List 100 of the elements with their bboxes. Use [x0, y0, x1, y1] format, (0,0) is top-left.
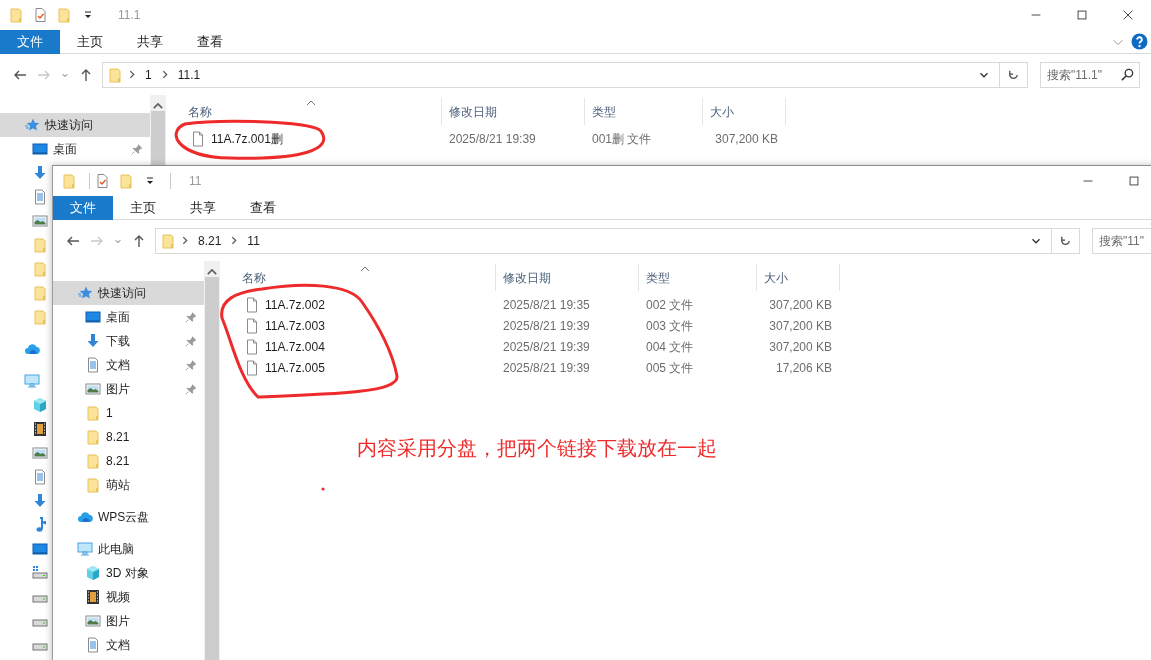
nav-item[interactable]: 文档 [53, 633, 204, 657]
chevron-right-icon [182, 236, 188, 245]
ribbon-tab[interactable]: 文件 [0, 29, 60, 54]
nav-item[interactable]: 此电脑 [53, 537, 204, 561]
nav-item[interactable]: 视频 [53, 585, 204, 609]
chevron-right-icon [231, 236, 238, 245]
file-name[interactable]: 11A.7z.004 [220, 337, 496, 356]
nav-item[interactable]: 8.21 [53, 425, 204, 449]
nav-item[interactable]: 图片 [53, 377, 204, 401]
folder-icon [85, 453, 101, 469]
nav-item[interactable]: 桌面 [53, 305, 204, 329]
size-cell-text: 17,206 KB [774, 359, 833, 377]
file-icon [244, 338, 260, 355]
address-bar[interactable]: 1 11.1 [102, 61, 1000, 88]
nav-item[interactable]: 快速访问 [0, 113, 150, 137]
nav-item[interactable]: 文档 [53, 353, 204, 377]
column-header[interactable]: 大小 [703, 98, 786, 125]
breadcrumb-item[interactable]: 11 [243, 231, 264, 250]
nav-item[interactable]: 萌站 [53, 473, 204, 497]
column-header[interactable]: 名称 [166, 98, 442, 125]
pin-icon[interactable] [184, 358, 198, 372]
ribbon-tab[interactable]: 共享 [173, 195, 233, 220]
column-header[interactable]: 修改日期 [442, 98, 585, 125]
scrollbar[interactable] [204, 261, 220, 660]
desktop-icon [32, 541, 48, 557]
ribbon-tab[interactable]: 主页 [113, 195, 173, 220]
nav-item[interactable]: 快速访问 [53, 281, 204, 305]
column-header[interactable]: 类型 [585, 98, 703, 125]
star-icon [24, 117, 40, 133]
scroll-thumb[interactable] [205, 277, 219, 660]
column-header[interactable]: 类型 [639, 264, 757, 291]
file-name[interactable]: 11A.7z.005 [220, 358, 496, 377]
film-icon [32, 421, 48, 437]
folder-icon [61, 173, 77, 189]
date-cell-text: 2025/8/21 19:39 [502, 359, 591, 377]
computer-icon [24, 373, 40, 389]
download-arrow-icon [32, 165, 48, 181]
star-icon [77, 285, 93, 301]
folder-icon [56, 7, 72, 23]
date-cell-text: 2025/8/21 19:39 [502, 317, 591, 335]
search-icon[interactable] [1120, 66, 1135, 82]
pin-icon[interactable] [184, 310, 198, 324]
column-header[interactable]: 修改日期 [496, 264, 639, 291]
size-cell-text: 307,200 KB [714, 130, 779, 148]
size-cell-text: 307,200 KB [768, 317, 833, 335]
close-icon [1121, 8, 1135, 22]
pin-icon[interactable] [184, 382, 198, 396]
maximize-icon [1127, 174, 1141, 188]
nav-item[interactable]: 下载 [53, 329, 204, 353]
refresh-button[interactable] [1000, 61, 1028, 88]
column-header[interactable]: 大小 [757, 264, 840, 291]
picture-icon [85, 613, 101, 629]
desktop-icon [85, 309, 101, 325]
type-cell-text: 002 文件 [645, 296, 695, 314]
film-icon [85, 589, 101, 605]
ribbon-tab[interactable]: 共享 [120, 29, 180, 54]
chevron-right-icon [161, 70, 168, 79]
ribbon-tab[interactable]: 文件 [53, 195, 113, 220]
picture-icon [85, 381, 101, 397]
size-cell-text: 307,200 KB [768, 296, 833, 314]
drive-icon [32, 565, 48, 581]
chevron-right-icon [129, 70, 135, 79]
document-check-icon [94, 173, 110, 189]
ribbon-tab[interactable]: 主页 [60, 29, 120, 54]
pin-icon[interactable] [184, 334, 198, 348]
nav-item[interactable]: 8.21 [53, 449, 204, 473]
help-icon[interactable] [1131, 33, 1148, 50]
search-field[interactable]: 搜索"11" [1092, 227, 1151, 254]
maximize-icon [1075, 8, 1089, 22]
type-cell-text: 004 文件 [645, 338, 695, 356]
ribbon-tab[interactable]: 查看 [180, 29, 240, 54]
nav-item[interactable]: WPS云盘 [53, 505, 204, 529]
nav-item[interactable]: 桌面 [0, 137, 150, 161]
folder-icon [107, 66, 123, 83]
window-title: 11 [189, 173, 202, 190]
pin-icon[interactable] [130, 142, 144, 156]
nav-item[interactable]: 1 [53, 401, 204, 425]
nav-item[interactable]: 3D 对象 [53, 561, 204, 585]
size-cell-text: 307,200 KB [768, 338, 833, 356]
breadcrumb-item[interactable]: 1 [141, 65, 156, 84]
column-header[interactable]: 名称 [220, 264, 496, 291]
chevron-up-icon[interactable] [207, 269, 217, 275]
annotation-note: 内容采用分盘，把两个链接下载放在一起 [357, 436, 717, 461]
ribbon-tab[interactable]: 查看 [233, 195, 293, 220]
search-field[interactable]: 搜索"11.1" [1040, 61, 1140, 88]
download-arrow-icon [85, 333, 101, 349]
breadcrumb-item[interactable]: 11.1 [173, 65, 205, 84]
type-cell-text: 001删 文件 [591, 130, 653, 148]
file-name[interactable]: 11A.7z.001删 [166, 129, 442, 148]
file-name[interactable]: 11A.7z.003 [220, 316, 496, 335]
nav-item[interactable]: 图片 [53, 609, 204, 633]
address-bar[interactable]: 8.21 11 [155, 227, 1052, 254]
file-name[interactable]: 11A.7z.002 [220, 295, 496, 314]
document-icon [85, 637, 101, 653]
date-cell-text: 2025/8/21 19:39 [502, 338, 591, 356]
breadcrumb-item[interactable]: 8.21 [194, 231, 226, 250]
file-icon [244, 359, 260, 376]
folder-icon [85, 429, 101, 445]
refresh-button[interactable] [1052, 227, 1080, 254]
chevron-up-icon[interactable] [153, 103, 163, 109]
